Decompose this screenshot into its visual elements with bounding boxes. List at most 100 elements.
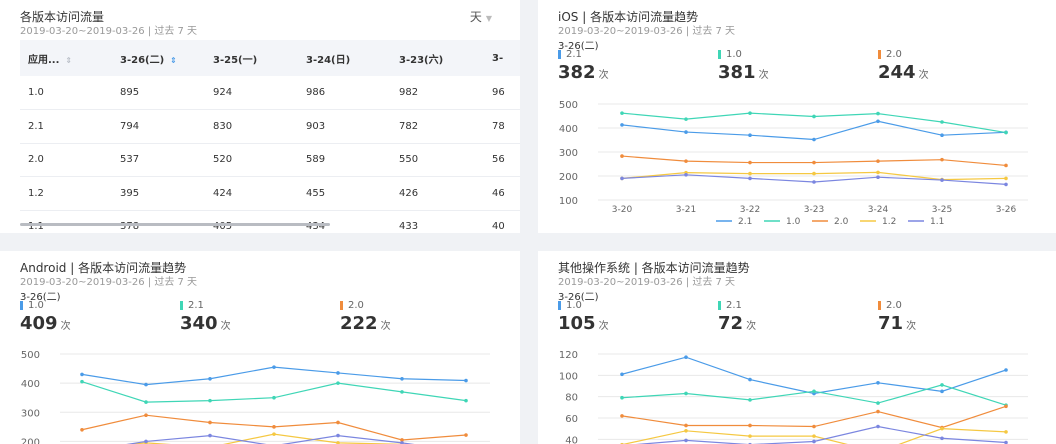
time-unit-value: 天 xyxy=(469,10,482,24)
data-point xyxy=(620,414,624,418)
data-point xyxy=(336,433,340,438)
data-point xyxy=(748,171,752,176)
data-point xyxy=(940,120,944,124)
y-tick-label: 100 xyxy=(559,196,578,207)
table-cell: 2.0 xyxy=(20,143,112,177)
table-cell: 895 xyxy=(112,76,205,110)
table-cell: 986 xyxy=(298,76,391,110)
table-cell: 982 xyxy=(391,76,484,110)
column-header[interactable]: 3- xyxy=(484,40,520,76)
data-point xyxy=(876,119,880,124)
table-cell: 434 xyxy=(298,210,391,233)
android-trend-card: Android | 各版本访问流量趋势 2019-03-20~2019-03-2… xyxy=(0,251,520,444)
data-point xyxy=(1004,176,1008,181)
table-cell: 1.0 xyxy=(20,76,112,110)
x-tick-label: 3-20 xyxy=(612,205,633,215)
table-cell: 395 xyxy=(112,176,205,211)
data-point xyxy=(940,426,944,431)
table-cell: 903 xyxy=(298,109,391,144)
data-point xyxy=(940,178,944,182)
table-cell: 96 xyxy=(484,76,520,110)
y-tick-label: 400 xyxy=(559,124,578,135)
data-point xyxy=(620,395,624,400)
table-cell: 550 xyxy=(391,143,484,177)
android-line-chart[interactable]: 200 300 400 500 xyxy=(0,251,520,444)
data-point xyxy=(940,157,944,162)
data-point xyxy=(272,395,276,400)
data-point xyxy=(940,383,944,387)
y-tick-label: 300 xyxy=(559,148,578,159)
data-point xyxy=(812,434,816,438)
y-tick-label: 200 xyxy=(21,437,40,444)
data-point xyxy=(684,173,688,177)
column-header[interactable]: 3-26(二) ⇕ xyxy=(112,40,205,76)
data-point xyxy=(620,372,624,377)
y-tick-label: 200 xyxy=(559,172,578,183)
time-unit-select[interactable]: 天 ▼ xyxy=(470,8,492,25)
y-tick-label: 60 xyxy=(565,414,578,425)
data-point xyxy=(208,420,212,425)
data-point xyxy=(1004,182,1008,187)
legend-label: 1.0 xyxy=(786,217,801,227)
table-cell: 520 xyxy=(205,143,298,177)
data-point xyxy=(940,436,944,441)
y-tick-label: 40 xyxy=(565,435,578,444)
x-tick-label: 3-23 xyxy=(804,205,824,215)
y-tick-label: 80 xyxy=(565,393,578,404)
x-tick-label: 3-26 xyxy=(996,205,1017,215)
table-cell: 40 xyxy=(484,210,520,233)
y-tick-label: 300 xyxy=(21,408,40,419)
other-os-line-chart[interactable]: 40 60 80 100 120 xyxy=(538,251,1056,444)
table-cell: 433 xyxy=(391,210,484,233)
column-header[interactable]: 应用... ⇕ xyxy=(20,40,112,76)
horizontal-scrollbar[interactable] xyxy=(20,223,330,226)
data-point xyxy=(272,432,276,436)
data-point xyxy=(464,433,468,437)
data-point xyxy=(684,130,688,134)
column-header[interactable]: 3-25(一) xyxy=(205,40,298,76)
data-point xyxy=(1004,430,1008,434)
data-point xyxy=(876,170,880,175)
data-point xyxy=(812,424,816,429)
version-traffic-table-card: 各版本访问流量 2019-03-20~2019-03-26 | 过去 7 天 天… xyxy=(0,0,520,233)
data-point xyxy=(812,180,816,184)
data-point xyxy=(876,381,880,385)
table-cell: 426 xyxy=(391,176,484,211)
card-subtitle: 2019-03-20~2019-03-26 | 过去 7 天 xyxy=(20,26,198,37)
column-header[interactable]: 3-23(六) xyxy=(391,40,484,76)
data-point xyxy=(336,371,340,375)
x-tick-label: 3-22 xyxy=(740,205,760,215)
table-cell: 378 xyxy=(112,210,205,233)
table-cell: 830 xyxy=(205,109,298,144)
data-point xyxy=(684,159,688,163)
series-line-1.0 xyxy=(81,366,467,386)
data-point xyxy=(940,389,944,394)
data-point xyxy=(80,427,84,432)
data-point xyxy=(144,400,148,404)
table-cell: 78 xyxy=(484,109,520,144)
chevron-down-icon: ▼ xyxy=(485,14,492,23)
data-point xyxy=(876,424,880,429)
y-tick-label: 500 xyxy=(559,100,578,111)
ios-line-chart[interactable]: 100 200 300 400 500 3-20 3-21 3-22 3-23 3-24 3-25 3… xyxy=(538,0,1056,233)
data-point xyxy=(876,401,880,405)
data-point xyxy=(144,439,148,444)
data-point xyxy=(748,398,752,402)
table-cell: 537 xyxy=(112,143,205,177)
sort-icon[interactable]: ⇕ xyxy=(65,56,72,65)
table-cell: 782 xyxy=(391,109,484,144)
data-point xyxy=(748,133,752,137)
data-point xyxy=(684,429,688,433)
data-point xyxy=(1004,404,1008,409)
data-point xyxy=(620,123,624,127)
series-line-2.1 xyxy=(621,120,1007,141)
data-point xyxy=(748,423,752,428)
data-point xyxy=(684,391,688,396)
sort-icon[interactable]: ⇕ xyxy=(170,56,177,65)
data-point xyxy=(812,137,816,142)
column-header[interactable]: 3-24(日) xyxy=(298,40,391,76)
data-point xyxy=(80,379,84,384)
ios-trend-card: iOS | 各版本访问流量趋势 2019-03-20~2019-03-26 | … xyxy=(538,0,1056,233)
table-header-row: 应用... ⇕ 3-26(二) ⇕ 3-25(一) 3-24(日) 3-23(六) … xyxy=(20,40,520,76)
data-point xyxy=(748,377,752,382)
